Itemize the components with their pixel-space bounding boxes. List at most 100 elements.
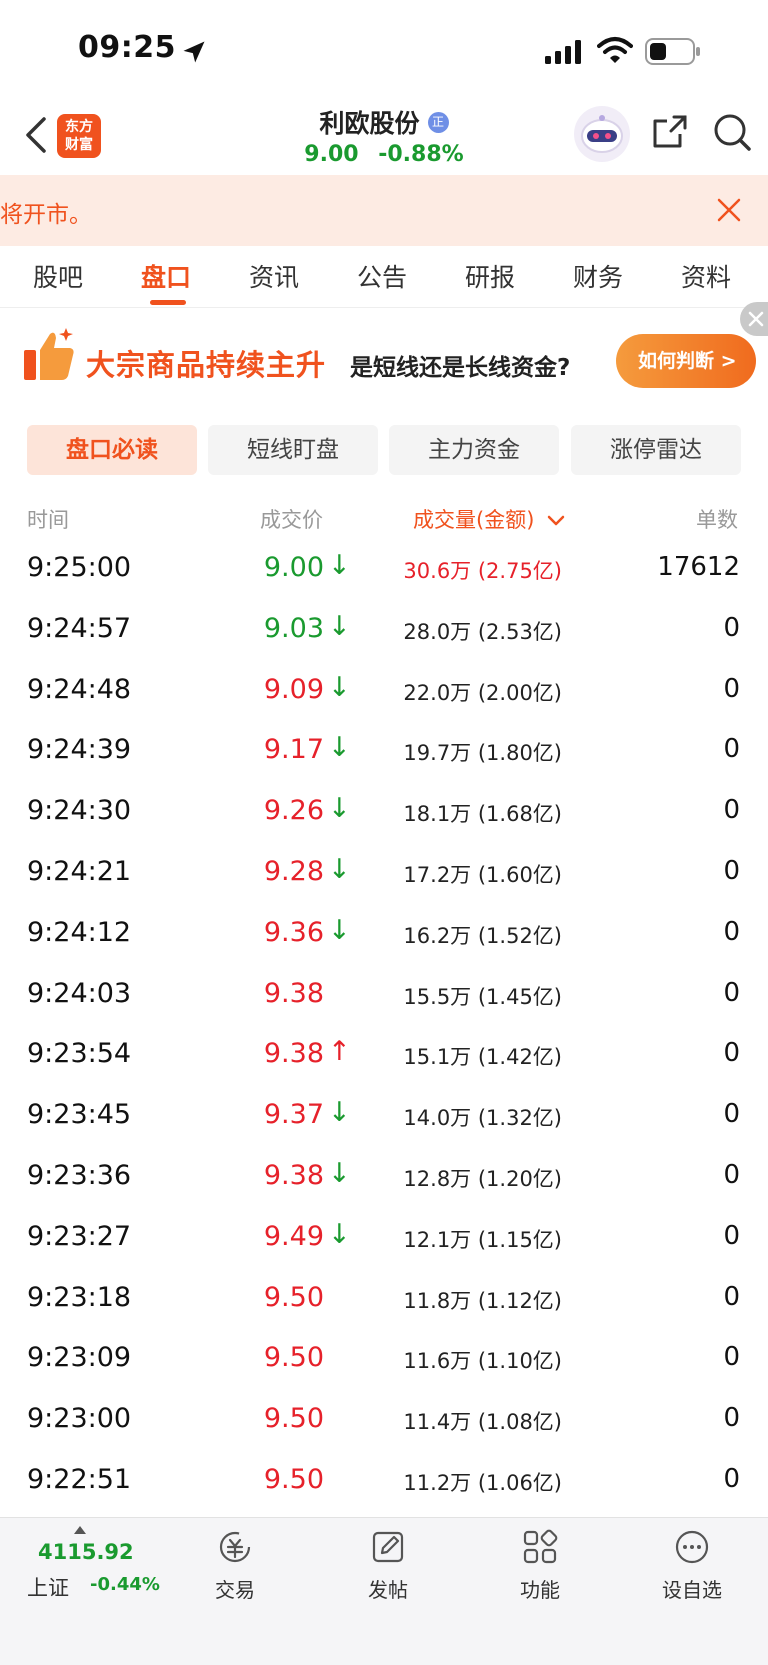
trade-row: 9:24:48 9.09 ↓ 22.0万 (2.00亿) 0 bbox=[0, 662, 768, 723]
trade-volume: 12.8万 (1.20亿) bbox=[403, 1166, 562, 1191]
stock-name: 利欧股份 bbox=[319, 109, 420, 138]
stock-header: 东方 财富 利欧股份 正 9.00 -0.88% bbox=[0, 100, 768, 175]
trade-table: 9:25:00 9.00 ↓ 30.6万 (2.75亿) 17612 9:24:57 9.0… bbox=[0, 540, 768, 1513]
banner-close-button[interactable] bbox=[740, 302, 768, 336]
nav-post-label: 发帖 bbox=[368, 1578, 408, 1602]
trade-volume: 11.8万 (1.12亿) bbox=[403, 1288, 562, 1313]
subtab-short-term[interactable]: 短线盯盘 bbox=[208, 425, 378, 475]
share-icon[interactable] bbox=[650, 112, 690, 152]
trade-price: 9.03 bbox=[263, 612, 324, 644]
trade-volume: 11.6万 (1.10亿) bbox=[403, 1349, 562, 1374]
trade-volume: 11.4万 (1.08亿) bbox=[403, 1410, 562, 1435]
trade-row: 9:24:12 9.36 ↓ 16.2万 (1.52亿) 0 bbox=[0, 905, 768, 966]
status-time: 09:25 bbox=[78, 30, 176, 65]
trade-count: 0 bbox=[723, 1038, 740, 1069]
trade-row: 9:24:30 9.26 ↓ 18.1万 (1.68亿) 0 bbox=[0, 783, 768, 844]
stock-price: 9.00 bbox=[304, 142, 359, 167]
subtab-must-read[interactable]: 盘口必读 bbox=[27, 425, 197, 475]
trade-volume: 15.5万 (1.45亿) bbox=[403, 984, 562, 1009]
index-change[interactable]: -0.44% bbox=[90, 1574, 160, 1595]
trade-time: 9:23:45 bbox=[27, 1099, 132, 1131]
close-icon[interactable] bbox=[716, 197, 742, 223]
trade-price: 9.37 bbox=[263, 1099, 324, 1131]
index-value[interactable]: 4115.92 bbox=[38, 1540, 134, 1564]
trade-volume: 12.1万 (1.15亿) bbox=[403, 1227, 562, 1252]
trade-count: 0 bbox=[723, 1403, 740, 1434]
nav-functions[interactable]: 功能 bbox=[495, 1528, 585, 1608]
tab-news[interactable]: 资讯 bbox=[249, 258, 299, 294]
tab-guba[interactable]: 股吧 bbox=[33, 258, 83, 294]
header-volume-label: 成交量(金额) bbox=[413, 508, 535, 532]
trade-price: 9.00 bbox=[263, 552, 324, 583]
tab-announcements[interactable]: 公告 bbox=[357, 258, 407, 294]
trade-volume: 14.0万 (1.32亿) bbox=[403, 1106, 562, 1131]
trade-time: 9:23:54 bbox=[27, 1038, 132, 1070]
trade-volume: 22.0万 (2.00亿) bbox=[403, 680, 562, 705]
trade-row: 9:23:00 9.50 11.4万 (1.08亿) 0 bbox=[0, 1391, 768, 1452]
notice-text: 将开市。 bbox=[0, 202, 92, 228]
subtab-limit-up-radar[interactable]: 涨停雷达 bbox=[571, 425, 741, 475]
nav-add-watchlist[interactable]: 设自选 bbox=[647, 1528, 737, 1608]
nav-post[interactable]: 发帖 bbox=[343, 1528, 433, 1608]
trade-volume: 19.7万 (1.80亿) bbox=[403, 741, 562, 766]
trade-price: 9.36 bbox=[263, 916, 324, 948]
trade-row: 9:23:09 9.50 11.6万 (1.10亿) 0 bbox=[0, 1330, 768, 1391]
market-notice-bar: 将开市。 bbox=[0, 175, 768, 246]
tab-pankou[interactable]: 盘口 bbox=[141, 258, 191, 294]
trade-count: 0 bbox=[723, 1099, 740, 1130]
header-volume[interactable]: 成交量(金额) bbox=[413, 504, 565, 534]
trade-price: 9.17 bbox=[263, 734, 324, 766]
trade-price: 9.50 bbox=[263, 1342, 324, 1374]
cellular-signal-icon bbox=[545, 40, 581, 64]
trade-time: 9:25:00 bbox=[27, 552, 132, 583]
banner-action-button[interactable]: 如何判断 > bbox=[616, 334, 756, 388]
edit-icon bbox=[372, 1531, 404, 1563]
trade-row: 9:23:36 9.38 ↓ 12.8万 (1.20亿) 0 bbox=[0, 1148, 768, 1209]
trade-count: 0 bbox=[723, 1342, 740, 1373]
trade-row: 9:24:21 9.28 ↓ 17.2万 (1.60亿) 0 bbox=[0, 844, 768, 905]
subtab-main-funds[interactable]: 主力资金 bbox=[389, 425, 559, 475]
tab-profile[interactable]: 资料 bbox=[681, 258, 731, 294]
trade-time: 9:24:39 bbox=[27, 734, 132, 766]
trade-time: 9:24:48 bbox=[27, 673, 132, 705]
bottom-toolbar: 4115.92 上证 -0.44% 交易 发帖 功能 设自选 bbox=[0, 1517, 768, 1665]
trade-volume: 15.1万 (1.42亿) bbox=[403, 1045, 562, 1070]
header-price: 成交价 bbox=[260, 508, 323, 532]
promo-banner[interactable]: 大宗商品持续主升 是短线还是长线资金? 如何判断 > bbox=[0, 308, 768, 408]
trade-time: 9:24:03 bbox=[27, 977, 132, 1009]
status-bar: 09:25 bbox=[0, 0, 768, 100]
header-count: 单数 bbox=[696, 508, 738, 532]
trade-price: 9.50 bbox=[263, 1463, 324, 1495]
trade-count: 0 bbox=[723, 795, 740, 826]
trade-count: 0 bbox=[723, 612, 740, 643]
nav-add-watchlist-label: 设自选 bbox=[662, 1578, 722, 1602]
tab-finance[interactable]: 财务 bbox=[573, 258, 623, 294]
trade-price: 9.26 bbox=[263, 795, 324, 827]
trade-volume: 18.1万 (1.68亿) bbox=[403, 802, 562, 827]
caret-up-icon[interactable] bbox=[74, 1526, 86, 1534]
trade-count: 0 bbox=[723, 916, 740, 947]
nav-trade[interactable]: 交易 bbox=[190, 1528, 280, 1608]
grid-icon bbox=[523, 1529, 558, 1564]
trade-row: 9:22:51 9.50 11.2万 (1.06亿) 0 bbox=[0, 1452, 768, 1513]
trade-price: 9.38 bbox=[263, 1038, 324, 1070]
trade-time: 9:23:27 bbox=[27, 1220, 132, 1252]
tab-research[interactable]: 研报 bbox=[465, 258, 515, 294]
trade-price: 9.38 bbox=[263, 977, 324, 1009]
trade-volume: 11.2万 (1.06亿) bbox=[403, 1470, 562, 1495]
trade-count: 17612 bbox=[657, 552, 740, 582]
stock-tabs: 股吧 盘口 资讯 公告 研报 财务 资料 bbox=[0, 246, 768, 308]
trade-price: 9.50 bbox=[263, 1403, 324, 1435]
search-icon[interactable] bbox=[712, 112, 752, 152]
location-arrow-icon bbox=[183, 41, 205, 63]
trade-count: 0 bbox=[723, 1463, 740, 1494]
trade-row: 9:25:00 9.00 ↓ 30.6万 (2.75亿) 17612 bbox=[0, 540, 768, 601]
nav-trade-label: 交易 bbox=[215, 1578, 255, 1602]
active-tab-indicator bbox=[150, 300, 186, 305]
banner-title: 大宗商品持续主升 bbox=[86, 348, 327, 382]
index-name[interactable]: 上证 bbox=[27, 1572, 69, 1602]
wifi-icon bbox=[597, 37, 633, 63]
ai-assistant-button[interactable] bbox=[574, 106, 630, 162]
trade-volume: 16.2万 (1.52亿) bbox=[403, 923, 562, 948]
trade-row: 9:24:39 9.17 ↓ 19.7万 (1.80亿) 0 bbox=[0, 722, 768, 783]
